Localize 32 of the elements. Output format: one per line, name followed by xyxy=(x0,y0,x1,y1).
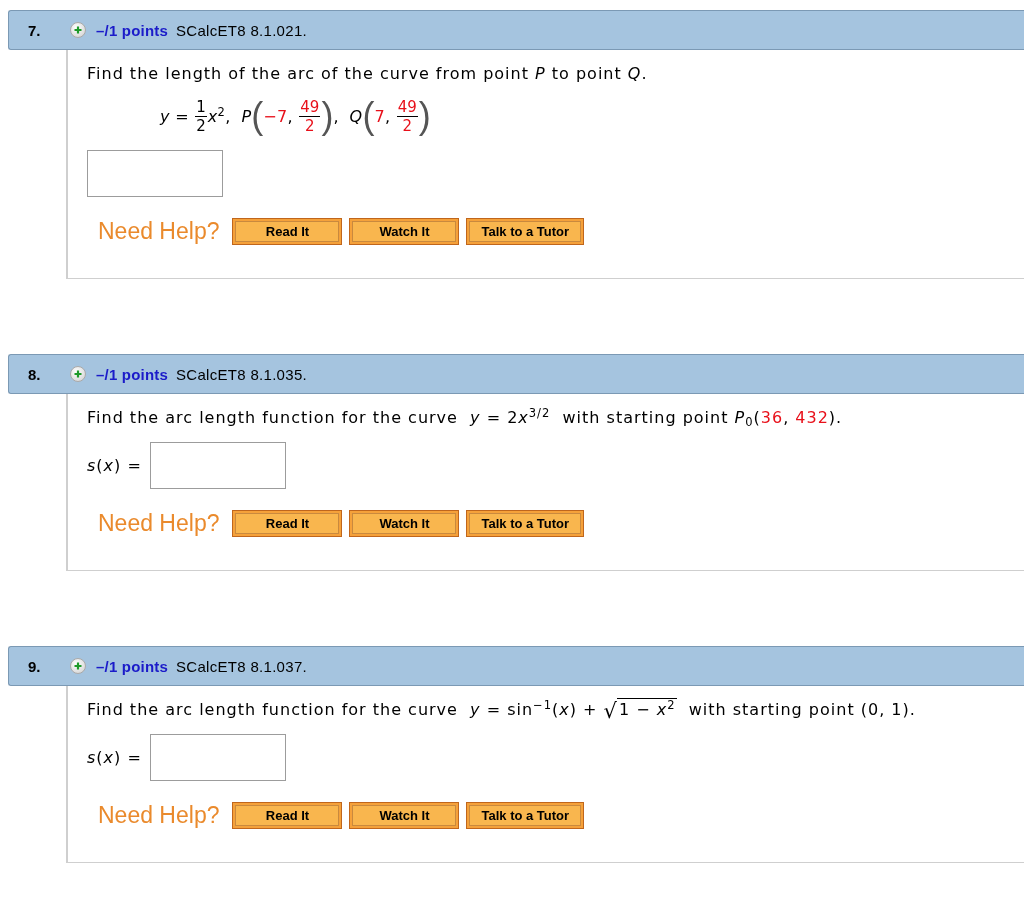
help-button[interactable]: Watch It xyxy=(349,802,460,829)
question-number: 8. xyxy=(28,365,42,383)
points-text: –/1 points xyxy=(96,21,168,39)
answer-field[interactable] xyxy=(149,442,286,489)
answer-field[interactable] xyxy=(87,150,223,197)
question-number: 9. xyxy=(28,657,42,675)
help-button[interactable]: Talk to a Tutor xyxy=(466,802,585,829)
need-help-label: Need Help? xyxy=(98,802,220,829)
need-help-label: Need Help? xyxy=(98,510,220,537)
source-label: SCalcET8 8.1.037. xyxy=(176,657,308,675)
source-label: SCalcET8 8.1.035. xyxy=(176,365,308,383)
plus-icon[interactable] xyxy=(70,658,86,674)
answer-label: s(x) = xyxy=(87,748,142,767)
plus-icon[interactable] xyxy=(70,366,86,382)
points-text: –/1 points xyxy=(96,657,168,675)
answer-label: s(x) = xyxy=(87,456,142,475)
help-button[interactable]: Watch It xyxy=(349,510,460,537)
help-button[interactable]: Talk to a Tutor xyxy=(466,218,585,245)
question-text: Find the arc length function for the curve y = 2x$^{3/2}$ with starting point P$_{0}$(36, 432). xyxy=(87,406,843,430)
help-button[interactable]: Read It xyxy=(232,510,343,537)
need-help-label: Need Help? xyxy=(98,218,220,245)
help-button[interactable]: Read It xyxy=(232,218,343,245)
question-text: Find the length of the arc of the curve from point P to point Q. xyxy=(87,63,648,85)
plus-icon[interactable] xyxy=(70,22,86,38)
help-button[interactable]: Talk to a Tutor xyxy=(466,510,585,537)
help-button[interactable]: Watch It xyxy=(349,218,460,245)
source-label: SCalcET8 8.1.021. xyxy=(176,21,308,39)
points-text: –/1 points xyxy=(96,365,168,383)
question-number: 7. xyxy=(28,21,42,39)
answer-field[interactable] xyxy=(149,734,286,781)
question-text: Find the arc length function for the curve y = sin$^{−1}$(x) + √1 − x$^{2}$ with starting point (0, 1). xyxy=(87,698,916,722)
help-button[interactable]: Read It xyxy=(232,802,343,829)
